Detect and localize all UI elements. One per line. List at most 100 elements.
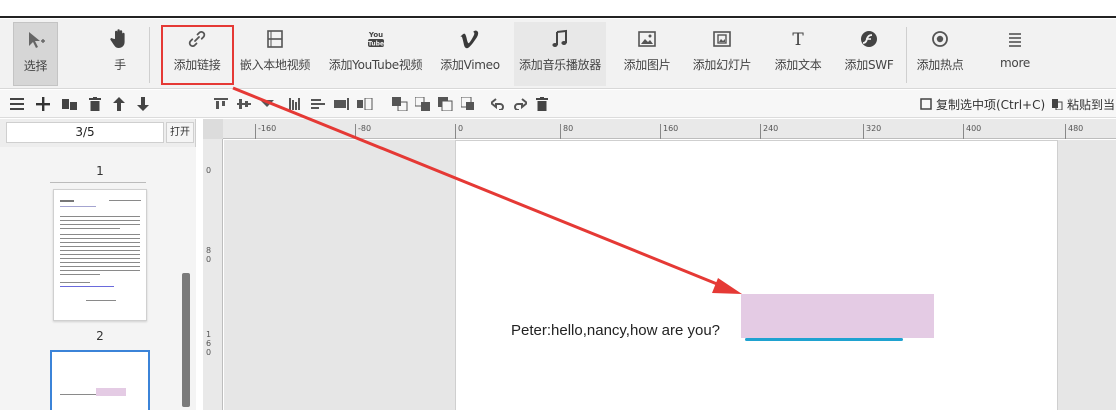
more-icon bbox=[1005, 22, 1025, 56]
move-down-icon[interactable] bbox=[134, 94, 152, 114]
send-to-back-icon[interactable] bbox=[460, 94, 478, 114]
tool-add-vimeo[interactable]: 添加Vimeo bbox=[436, 22, 504, 86]
pages-panel: 3/5 打开 1 2 bbox=[0, 119, 196, 410]
image-icon bbox=[637, 22, 657, 56]
vruler-label: 1 6 0 bbox=[206, 330, 212, 357]
panel-scrollbar[interactable] bbox=[182, 273, 190, 407]
hotspot-icon bbox=[930, 22, 950, 56]
hruler-label: 480 bbox=[1068, 124, 1084, 133]
secondary-toolbar: 复制选中项(Ctrl+C) 粘贴到当 bbox=[0, 90, 1116, 118]
slideshow-icon bbox=[712, 22, 732, 56]
page-thumbnails: 1 2 bbox=[0, 147, 196, 410]
align-middle-icon[interactable] bbox=[236, 94, 252, 114]
page-thumbnail-1[interactable] bbox=[53, 189, 147, 321]
list-icon[interactable] bbox=[8, 94, 26, 114]
hruler-tick bbox=[255, 124, 256, 139]
hruler-tick bbox=[660, 124, 661, 139]
tool-add-swf[interactable]: 添加SWF bbox=[838, 22, 900, 86]
tool-add-hotspot[interactable]: 添加热点 bbox=[915, 22, 965, 86]
tool-embed-local-video[interactable]: 嵌入本地视频 bbox=[234, 22, 316, 86]
hand-icon bbox=[110, 22, 130, 56]
hruler-tick bbox=[1065, 124, 1066, 139]
tool-embed-local-video-label: 嵌入本地视频 bbox=[239, 58, 311, 72]
hruler-label: 160 bbox=[663, 124, 679, 133]
align-right-icon[interactable] bbox=[333, 94, 351, 114]
tool-add-slideshow-label: 添加幻灯片 bbox=[692, 58, 752, 72]
distribute-icon[interactable] bbox=[356, 94, 374, 114]
window-top-edge bbox=[0, 0, 1116, 18]
hruler-label: 400 bbox=[966, 124, 982, 133]
hruler-tick bbox=[760, 124, 761, 139]
page-thumbnail-2-selected[interactable] bbox=[50, 350, 150, 410]
thumbnail-link-area bbox=[96, 388, 126, 396]
music-note-icon bbox=[550, 22, 570, 56]
hruler-tick bbox=[355, 124, 356, 139]
copy-selected-button[interactable]: 复制选中项(Ctrl+C) bbox=[936, 96, 1045, 113]
page-number-input[interactable]: 3/5 bbox=[6, 122, 164, 143]
vertical-ruler bbox=[203, 139, 223, 410]
link-area[interactable] bbox=[741, 294, 934, 338]
tool-add-music-player-label: 添加音乐播放器 bbox=[519, 58, 601, 72]
youtube-icon: You Tube bbox=[365, 22, 387, 56]
hruler-tick bbox=[863, 124, 864, 139]
text-icon: T bbox=[788, 22, 808, 56]
select-cursor-icon bbox=[25, 23, 47, 57]
svg-text:T: T bbox=[792, 30, 804, 49]
svg-text:Tube: Tube bbox=[367, 41, 383, 48]
add-page-icon[interactable] bbox=[34, 94, 52, 114]
tool-hand-label: 手 bbox=[114, 58, 126, 72]
tool-add-music-player[interactable]: 添加音乐播放器 bbox=[514, 22, 606, 86]
page-number-1: 1 bbox=[96, 164, 104, 178]
bring-forward-icon[interactable] bbox=[391, 94, 409, 114]
annotation-highlight-box bbox=[161, 25, 234, 85]
tool-add-youtube-label: 添加YouTube视频 bbox=[328, 58, 423, 72]
align-left-icon[interactable] bbox=[288, 94, 304, 114]
hruler-label: 320 bbox=[866, 124, 882, 133]
paste-button[interactable]: 粘贴到当 bbox=[1067, 96, 1115, 113]
tool-more[interactable]: more bbox=[995, 22, 1035, 86]
bring-to-front-icon[interactable] bbox=[437, 94, 455, 114]
undo-icon[interactable] bbox=[490, 94, 506, 114]
redo-icon[interactable] bbox=[512, 94, 528, 114]
tool-add-slideshow[interactable]: 添加幻灯片 bbox=[687, 22, 757, 86]
delete-page-icon[interactable] bbox=[86, 94, 104, 114]
send-backward-icon[interactable] bbox=[414, 94, 432, 114]
tool-add-text[interactable]: T 添加文本 bbox=[768, 22, 828, 86]
thumbnail-separator bbox=[50, 182, 146, 183]
tool-add-image[interactable]: 添加图片 bbox=[618, 22, 676, 86]
copy-page-icon[interactable] bbox=[60, 94, 80, 114]
page-text[interactable]: Peter:hello,nancy,how are you? bbox=[511, 322, 720, 339]
film-icon bbox=[266, 22, 284, 56]
align-top-icon[interactable] bbox=[213, 94, 229, 114]
hruler-label: -80 bbox=[358, 124, 372, 133]
vimeo-icon bbox=[459, 22, 481, 56]
align-center-icon[interactable] bbox=[310, 94, 326, 114]
app-root: 选择 手 添加链接 嵌入本地视频 You Tube 添加YouTube视频 添加… bbox=[0, 0, 1116, 410]
hruler-tick bbox=[455, 124, 456, 139]
tool-add-hotspot-label: 添加热点 bbox=[916, 58, 964, 72]
copy-icon bbox=[919, 94, 933, 114]
toolbar-divider bbox=[906, 27, 907, 83]
vruler-label: 8 0 bbox=[206, 246, 212, 264]
tool-add-youtube[interactable]: You Tube 添加YouTube视频 bbox=[323, 22, 428, 86]
tool-add-text-label: 添加文本 bbox=[774, 58, 822, 72]
align-bottom-icon[interactable] bbox=[259, 94, 275, 114]
hruler-tick bbox=[560, 124, 561, 139]
vruler-label: 0 bbox=[206, 166, 212, 175]
tool-select[interactable]: 选择 bbox=[13, 22, 58, 86]
canvas-page[interactable] bbox=[455, 140, 1058, 410]
open-page-button[interactable]: 打开 bbox=[166, 122, 194, 143]
tool-select-label: 选择 bbox=[23, 59, 48, 73]
tool-more-label: more bbox=[1000, 56, 1030, 70]
move-up-icon[interactable] bbox=[110, 94, 128, 114]
hruler-label: 80 bbox=[563, 124, 574, 133]
tool-hand[interactable]: 手 bbox=[100, 22, 140, 86]
tool-add-swf-label: 添加SWF bbox=[844, 58, 894, 72]
hruler-label: 0 bbox=[458, 124, 464, 133]
ruler-corner bbox=[203, 119, 223, 139]
toolbar-divider bbox=[149, 27, 150, 83]
page-number-2: 2 bbox=[96, 329, 104, 343]
hruler-label: -160 bbox=[258, 124, 277, 133]
hruler-tick bbox=[963, 124, 964, 139]
delete-item-icon[interactable] bbox=[534, 94, 550, 114]
